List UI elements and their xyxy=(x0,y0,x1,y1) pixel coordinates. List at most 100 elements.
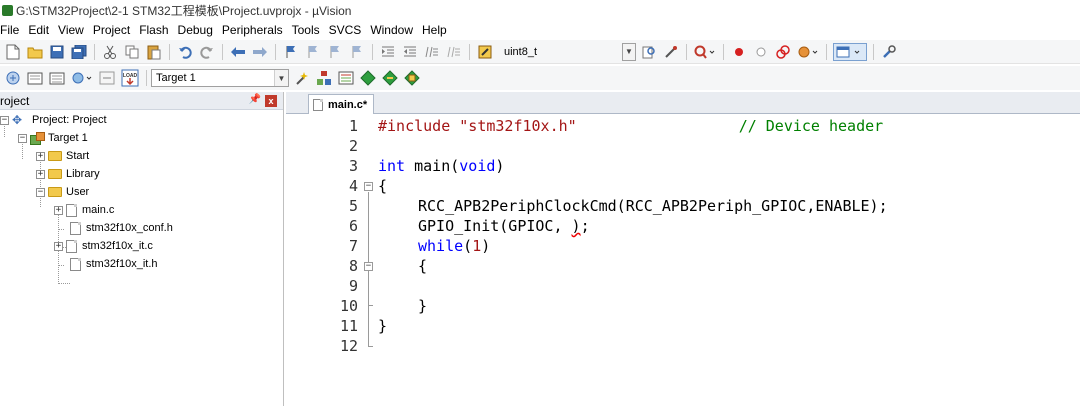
toolbar-separator xyxy=(146,70,147,86)
stop-build-icon[interactable] xyxy=(98,69,116,87)
menu-peripherals[interactable]: Peripherals xyxy=(222,23,289,37)
navigate-back-icon[interactable] xyxy=(229,43,247,61)
code-line-1: #include "stm32f10x.h" // Device header xyxy=(378,116,883,136)
toolbar-separator xyxy=(723,43,724,60)
close-icon[interactable]: x xyxy=(265,95,277,107)
find-in-files-icon[interactable] xyxy=(476,43,494,61)
next-bookmark-icon[interactable] xyxy=(326,43,344,61)
find-combo[interactable]: uint8_t xyxy=(500,43,622,61)
paste-icon[interactable] xyxy=(145,43,163,61)
pack-installer-icon[interactable] xyxy=(381,69,399,87)
code-line-3: int main(void) xyxy=(378,156,504,176)
code-editor[interactable]: ✕ 1 2 3 4 5 6 7 8 9 10 11 12 − − #includ… xyxy=(286,115,1080,406)
menu-tools[interactable]: Tools xyxy=(292,23,326,37)
tree-item-file-main-c[interactable]: + main.c xyxy=(54,201,114,219)
line-number: 9 xyxy=(348,277,358,295)
fold-collapse-icon[interactable]: − xyxy=(364,262,373,271)
menu-flash[interactable]: Flash xyxy=(139,23,174,37)
expand-icon[interactable]: + xyxy=(36,151,45,161)
c-file-icon xyxy=(313,98,323,111)
new-file-icon[interactable] xyxy=(4,43,22,61)
clear-bookmarks-icon[interactable] xyxy=(348,43,366,61)
fold-collapse-icon[interactable]: − xyxy=(364,182,373,191)
undo-icon[interactable] xyxy=(176,43,194,61)
toolbar-separator xyxy=(372,43,373,60)
redo-icon[interactable] xyxy=(198,43,216,61)
enable-breakpoint-icon[interactable] xyxy=(752,43,770,61)
bookmark-icon[interactable] xyxy=(282,43,300,61)
tree-item-group-library[interactable]: + Library xyxy=(36,165,100,183)
tree-item-group-user[interactable]: − User xyxy=(36,183,89,201)
incremental-find-icon[interactable] xyxy=(662,43,680,61)
file-extensions-icon[interactable] xyxy=(337,69,355,87)
find-icon[interactable] xyxy=(640,43,658,61)
open-folder-icon[interactable] xyxy=(26,43,44,61)
kill-breakpoints-icon[interactable] xyxy=(796,43,820,61)
select-packs-icon[interactable] xyxy=(359,69,377,87)
uncomment-icon[interactable] xyxy=(445,43,463,61)
translate-icon[interactable] xyxy=(4,69,22,87)
save-all-icon[interactable] xyxy=(70,43,88,61)
project-tree: − ✥ Project: Project − Target 1 + Start … xyxy=(0,110,283,406)
tree-item-group-start[interactable]: + Start xyxy=(36,147,89,165)
collapse-icon[interactable]: − xyxy=(36,187,45,197)
tree-item-file-conf-h[interactable]: stm32f10x_conf.h xyxy=(70,219,173,237)
expand-icon[interactable]: + xyxy=(54,205,63,215)
debug-session-icon[interactable] xyxy=(693,43,717,61)
menu-debug[interactable]: Debug xyxy=(178,23,219,37)
save-icon[interactable] xyxy=(48,43,66,61)
code-line-7: while(1) xyxy=(418,236,490,256)
disable-all-breakpoints-icon[interactable] xyxy=(774,43,792,61)
menu-svcs[interactable]: SVCS xyxy=(329,23,368,37)
tab-main-c[interactable]: main.c* xyxy=(308,94,374,114)
tree-item-file-it-c[interactable]: + stm32f10x_it.c xyxy=(54,237,153,255)
code-paren: ( xyxy=(463,237,473,255)
cut-icon[interactable] xyxy=(101,43,119,61)
tree-label-file: stm32f10x_it.h xyxy=(86,258,158,270)
indent-icon[interactable] xyxy=(379,43,397,61)
h-file-icon xyxy=(70,221,81,235)
line-number: 7 xyxy=(348,237,358,255)
collapse-icon[interactable]: − xyxy=(18,133,27,143)
find-combo-dropdown[interactable]: ▼ xyxy=(622,42,636,61)
file-toolbar: uint8_t ▼ xyxy=(0,40,1080,64)
pin-icon[interactable]: 📌 xyxy=(249,94,261,105)
batch-build-icon[interactable] xyxy=(70,69,94,87)
menu-file[interactable]: File xyxy=(0,23,25,37)
menu-view[interactable]: View xyxy=(58,23,90,37)
code-paren: ) xyxy=(495,157,505,175)
rebuild-icon[interactable] xyxy=(48,69,66,87)
chevron-down-icon[interactable]: ▼ xyxy=(274,70,288,86)
tree-item-file-it-h[interactable]: stm32f10x_it.h xyxy=(70,255,158,273)
tree-item-project[interactable]: − ✥ Project: Project xyxy=(0,111,107,129)
line-number: 2 xyxy=(348,137,358,155)
download-load-icon[interactable]: LOAD xyxy=(120,69,140,87)
build-icon[interactable] xyxy=(26,69,44,87)
chevron-down-icon[interactable]: ▼ xyxy=(623,43,635,60)
copy-icon[interactable] xyxy=(123,43,141,61)
prev-bookmark-icon[interactable] xyxy=(304,43,322,61)
menu-edit[interactable]: Edit xyxy=(28,23,55,37)
menu-window[interactable]: Window xyxy=(370,23,419,37)
insert-breakpoint-icon[interactable] xyxy=(730,43,748,61)
navigate-forward-icon[interactable] xyxy=(251,43,269,61)
toolbar-separator xyxy=(275,43,276,60)
unindent-icon[interactable] xyxy=(401,43,419,61)
expand-icon[interactable]: + xyxy=(36,169,45,179)
code-text[interactable]: #include "stm32f10x.h" // Device header i… xyxy=(376,115,1080,406)
menu-project[interactable]: Project xyxy=(93,23,136,37)
target-options-icon[interactable] xyxy=(293,69,311,87)
manage-project-items-icon[interactable] xyxy=(315,69,333,87)
rte-manage-icon[interactable] xyxy=(403,69,421,87)
menu-help[interactable]: Help xyxy=(422,23,453,37)
comment-icon[interactable] xyxy=(423,43,441,61)
window-layout-icon[interactable] xyxy=(833,42,867,61)
code-line-4: { xyxy=(378,177,388,195)
line-number: 11 xyxy=(339,317,358,335)
fold-gutter: − − xyxy=(364,115,376,406)
collapse-icon[interactable]: − xyxy=(0,115,9,125)
tree-item-target[interactable]: − Target 1 xyxy=(18,129,88,147)
expand-icon[interactable]: + xyxy=(54,241,63,251)
target-select[interactable]: Target 1 ▼ xyxy=(151,69,289,87)
configure-wrench-icon[interactable] xyxy=(880,43,898,61)
